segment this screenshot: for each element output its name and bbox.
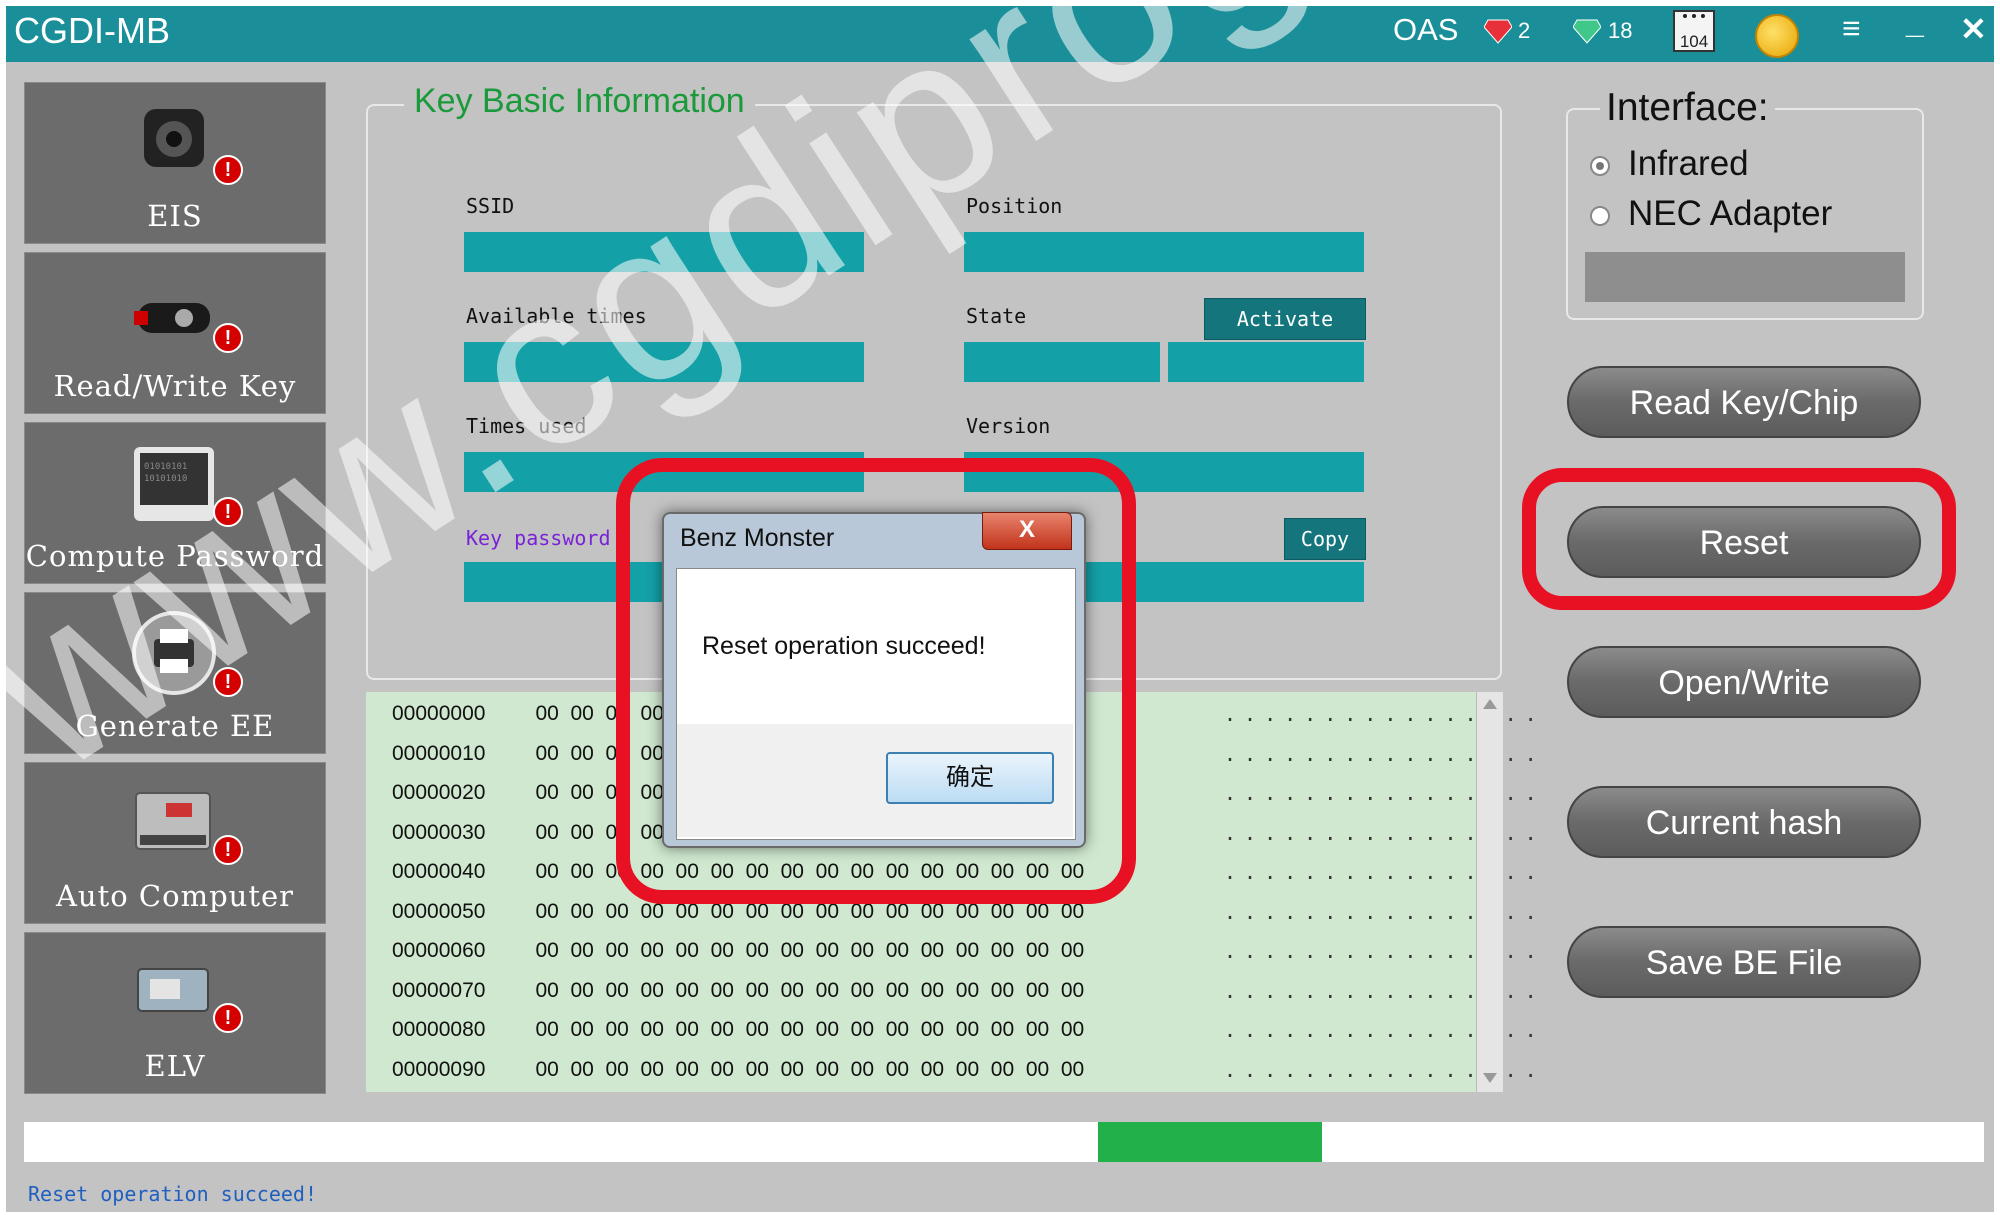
available-times-field[interactable] [464, 342, 864, 382]
hex-address: 00000010 [392, 741, 486, 765]
ecu-icon [135, 792, 211, 850]
warning-icon: ! [213, 1003, 243, 1033]
version-label: Version [966, 414, 1051, 438]
state-label: State [966, 304, 1027, 328]
sidebar-item-read-write-key[interactable]: ! Read/Write Key [24, 252, 326, 414]
sidebar-item-label: EIS [147, 199, 203, 233]
app-title: CGDI-MB [14, 10, 170, 51]
hex-bytes: 00 00 00 00 00 00 00 00 00 00 00 00 00 0… [535, 978, 1085, 1002]
red-gem-icon [1484, 19, 1512, 44]
sidebar-item-label: ELV [144, 1049, 206, 1083]
medal-icon[interactable] [1755, 14, 1799, 58]
green-gem-icon [1573, 19, 1601, 44]
oas-label: OAS [1393, 12, 1459, 47]
hex-address: 00000090 [392, 1057, 486, 1081]
warning-icon: ! [213, 155, 243, 185]
nec-adapter-label: NEC Adapter [1628, 194, 1833, 233]
hex-row: 00000060 00 00 00 00 00 00 00 00 00 00 00… [392, 939, 1084, 963]
dialog-ok-button[interactable]: 确定 [886, 752, 1054, 804]
progress-fill [1098, 1122, 1322, 1162]
sidebar-item-label: Read/Write Key [53, 369, 297, 403]
sidebar-item-generate-ee[interactable]: ! Generate EE [24, 592, 326, 754]
status-text: Reset operation succeed! [28, 1182, 317, 1206]
infrared-label: Infrared [1628, 144, 1749, 183]
hex-address: 00000050 [392, 899, 486, 923]
minimize-icon[interactable]: _ [1906, 4, 1924, 41]
available-times-label: Available times [466, 304, 647, 328]
hex-address: 00000020 [392, 781, 486, 804]
nec-adapter-radio[interactable] [1590, 206, 1610, 226]
save-be-file-button[interactable]: Save BE File [1567, 926, 1921, 998]
chip-counter-icon[interactable]: 104 [1673, 10, 1715, 52]
current-hash-button[interactable]: Current hash [1567, 786, 1921, 858]
hex-bytes: 00 00 00 00 00 00 00 00 00 00 00 00 00 0… [535, 1057, 1085, 1081]
green-gem-count: 18 [1608, 18, 1633, 43]
position-field[interactable] [964, 232, 1364, 272]
hex-row: 00000080 00 00 00 00 00 00 00 00 00 00 00… [392, 1018, 1084, 1042]
activate-button[interactable]: Activate [1204, 298, 1366, 340]
hex-address: 00000040 [392, 860, 486, 883]
warning-icon: ! [213, 497, 243, 527]
hex-address: 00000030 [392, 820, 486, 844]
progress-bar [24, 1122, 1984, 1162]
state-field[interactable] [964, 342, 1160, 382]
printer-icon [132, 611, 216, 695]
hex-address: 00000060 [392, 939, 486, 962]
sidebar-item-label: Auto Computer [55, 879, 295, 913]
key-password-label: Key password [466, 526, 611, 550]
red-gem-count: 2 [1518, 18, 1531, 43]
ssid-field[interactable] [464, 232, 864, 272]
hex-row: 00000070 00 00 00 00 00 00 00 00 00 00 00… [392, 979, 1084, 1003]
sidebar-item-label: Compute Password [25, 539, 325, 573]
scroll-up-icon[interactable] [1482, 698, 1498, 710]
copy-button[interactable]: Copy [1284, 518, 1366, 560]
warning-icon: ! [213, 323, 243, 353]
menu-icon[interactable]: ≡ [1842, 10, 1861, 47]
hex-address: 00000080 [392, 1018, 486, 1041]
svg-text:01010101: 01010101 [144, 462, 187, 472]
reset-highlight [1522, 468, 1956, 610]
hex-bytes: 00 00 00 00 00 00 00 00 00 00 00 00 00 0… [535, 1018, 1085, 1041]
open-write-button[interactable]: Open/Write [1567, 646, 1921, 718]
scroll-down-icon[interactable] [1482, 1072, 1498, 1084]
infrared-radio[interactable] [1590, 156, 1610, 176]
ignition-icon [144, 109, 204, 167]
hex-scrollbar[interactable] [1476, 692, 1503, 1092]
sidebar-item-elv[interactable]: ! ELV [24, 932, 326, 1094]
steering-lock-icon [137, 968, 209, 1012]
chip-count: 104 [1679, 32, 1709, 51]
key-info-title: Key Basic Information [404, 82, 755, 121]
ssid-label: SSID [466, 194, 515, 218]
dialog-title: Benz Monster [680, 524, 835, 552]
warning-icon: ! [213, 835, 243, 865]
svg-text:10101010: 10101010 [144, 474, 187, 484]
sidebar-item-compute-password[interactable]: 01010101 10101010 ! Compute Password [24, 422, 326, 584]
sidebar-item-auto-computer[interactable]: ! Auto Computer [24, 762, 326, 924]
times-used-label: Times used [466, 414, 587, 438]
interface-status-slot [1585, 252, 1905, 302]
dialog-message: Reset operation succeed! [702, 632, 986, 660]
warning-icon: ! [213, 667, 243, 697]
read-key-chip-button[interactable]: Read Key/Chip [1567, 366, 1921, 438]
sidebar-item-eis[interactable]: ! EIS [24, 82, 326, 244]
close-icon[interactable]: ✕ [1960, 10, 1987, 48]
sidebar-item-label: Generate EE [75, 709, 275, 743]
interface-title: Interface: [1600, 86, 1775, 130]
dialog-close-icon[interactable]: X [982, 512, 1072, 550]
hex-bytes: 00 00 00 00 00 00 00 00 00 00 00 00 00 0… [535, 939, 1085, 962]
state-value-field[interactable] [1168, 342, 1364, 382]
hex-address: 00000070 [392, 978, 486, 1002]
hex-row: 00000090 00 00 00 00 00 00 00 00 00 00 00… [392, 1058, 1084, 1082]
position-label: Position [966, 194, 1063, 218]
key-icon [134, 303, 210, 333]
hex-address: 00000000 [392, 702, 486, 725]
binary-screen-icon: 01010101 10101010 [134, 447, 214, 521]
